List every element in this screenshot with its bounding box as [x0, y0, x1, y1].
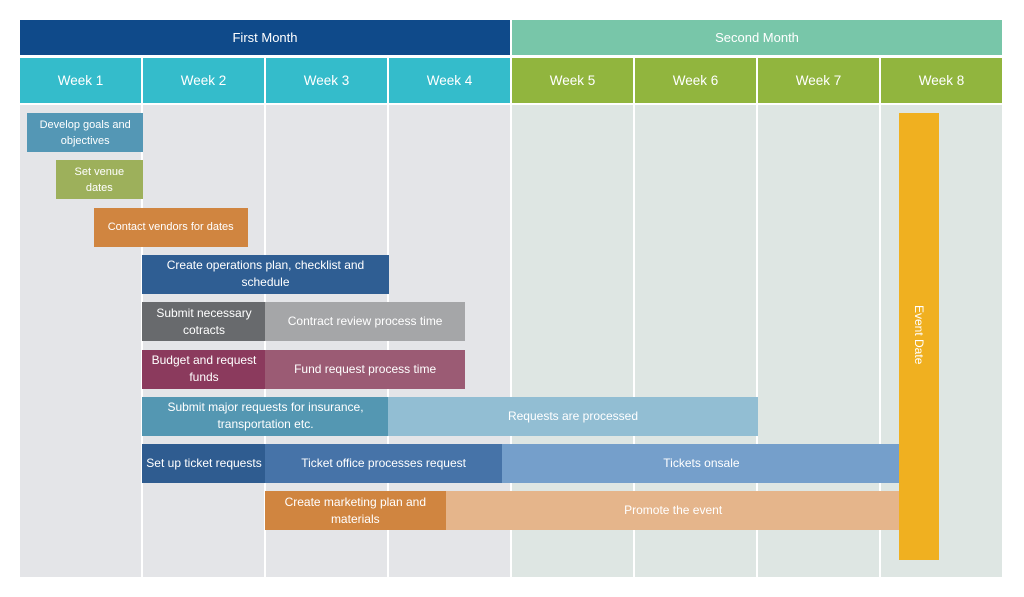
task-bar[interactable]: Tickets onsale: [502, 444, 901, 484]
task-bar[interactable]: Create operations plan, checklist and sc…: [142, 254, 389, 294]
task-bar[interactable]: Submit major requests for insurance, tra…: [142, 396, 389, 436]
task-bar[interactable]: Create marketing plan and materials: [265, 491, 446, 531]
month-header-1: First Month: [20, 20, 510, 55]
week-header-4: Week 4: [389, 58, 510, 103]
task-bar[interactable]: Contact vendors for dates: [93, 207, 248, 247]
week-header-6: Week 6: [635, 58, 756, 103]
task-bar[interactable]: Submit necessary cotracts: [142, 302, 266, 342]
week-header-3: Week 3: [266, 58, 387, 103]
week-header-1: Week 1: [20, 58, 141, 103]
event-date-label: Event Date: [912, 305, 927, 365]
task-bar[interactable]: Requests are processed: [388, 396, 758, 436]
week-header-2: Week 2: [143, 58, 264, 103]
event-date-milestone[interactable]: Event Date: [899, 113, 939, 560]
week-header-8: Week 8: [881, 58, 1002, 103]
task-bar[interactable]: Set up ticket requests: [142, 444, 266, 484]
task-bar[interactable]: Develop goals and objectives: [27, 113, 143, 152]
month-header-2: Second Month: [512, 20, 1002, 55]
week-header-5: Week 5: [512, 58, 633, 103]
task-bar[interactable]: Ticket office processes request: [265, 444, 503, 484]
week-header-7: Week 7: [758, 58, 879, 103]
task-bar[interactable]: Budget and request funds: [142, 349, 266, 389]
task-bar[interactable]: Set venue dates: [55, 160, 143, 200]
task-bar[interactable]: Contract review process time: [265, 302, 466, 342]
task-bar[interactable]: Fund request process time: [265, 349, 466, 389]
task-bar[interactable]: Promote the event: [445, 491, 901, 531]
